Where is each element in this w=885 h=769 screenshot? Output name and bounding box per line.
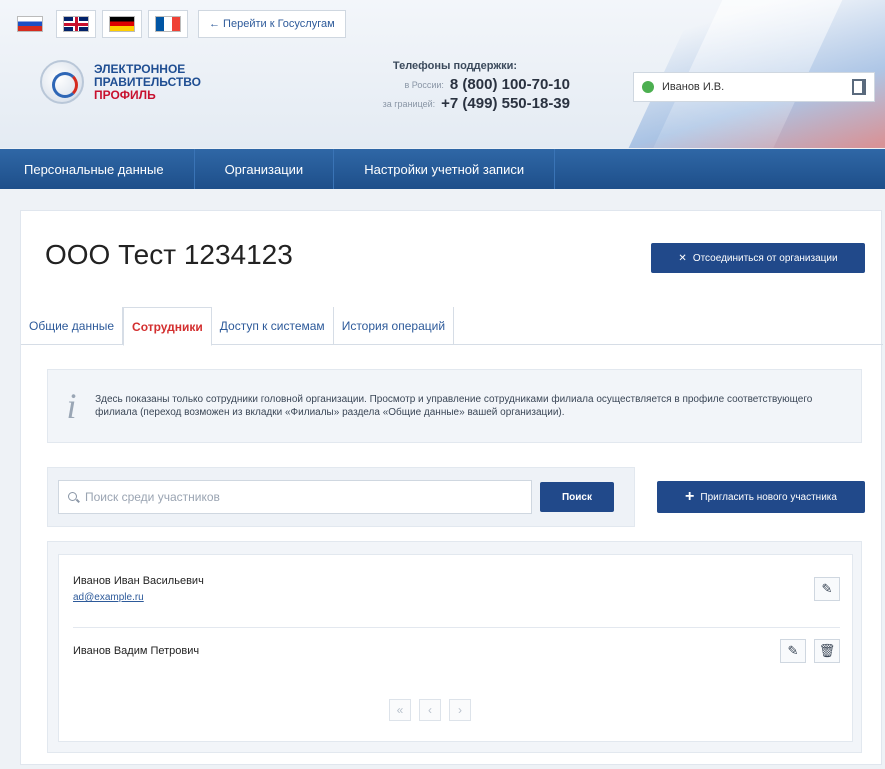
lang-de[interactable] xyxy=(102,10,142,38)
employee-info: Иванов Иван Васильевич ad@example.ru xyxy=(73,575,204,603)
online-status-icon xyxy=(642,81,654,93)
employees-list: Иванов Иван Васильевич ad@example.ru ✎ И… xyxy=(47,541,862,753)
flag-ru-icon xyxy=(17,16,43,32)
list-item: Иванов Вадим Петрович ✎ 🗑 xyxy=(73,639,840,663)
employees-list-inner: Иванов Иван Васильевич ad@example.ru ✎ И… xyxy=(58,554,853,742)
pencil-icon: ✎ xyxy=(821,581,833,596)
page-title: ООО Тест 1234123 xyxy=(45,239,293,270)
flag-uk-icon xyxy=(63,16,89,32)
tab-system-access[interactable]: Доступ к системам xyxy=(212,307,334,345)
info-text: Здесь показаны только сотрудники головно… xyxy=(95,394,813,418)
lang-ru[interactable] xyxy=(10,10,50,38)
goto-gosuslugi-link[interactable]: ← Перейти к Госуслугам xyxy=(198,10,346,38)
site-header: ← Перейти к Госуслугам ЭЛЕКТРОННОЕ ПРАВИ… xyxy=(0,0,885,148)
info-notice: i Здесь показаны только сотрудники голов… xyxy=(47,369,862,443)
plus-icon: + xyxy=(685,488,695,505)
language-switcher: ← Перейти к Госуслугам xyxy=(10,10,346,38)
leave-organization-label: Отсоединиться от организации xyxy=(692,252,838,264)
delete-button[interactable]: 🗑 xyxy=(814,639,840,663)
tab-general[interactable]: Общие данные xyxy=(21,307,124,345)
emblem-icon xyxy=(40,60,84,104)
tab-operations-history[interactable]: История операций xyxy=(334,307,455,345)
pagination: « ‹ › xyxy=(389,699,471,721)
invite-member-button[interactable]: + Пригласить нового участника xyxy=(657,481,865,513)
search-bar: Поиск xyxy=(47,467,635,527)
invite-member-label: Пригласить нового участника xyxy=(700,491,837,503)
edit-button[interactable]: ✎ xyxy=(814,577,840,601)
site-logo[interactable]: ЭЛЕКТРОННОЕ ПРАВИТЕЛЬСТВО ПРОФИЛЬ xyxy=(40,60,201,104)
employee-info: Иванов Вадим Петрович xyxy=(73,645,199,657)
lang-fr[interactable] xyxy=(148,10,188,38)
logo-line-1: ЭЛЕКТРОННОЕ xyxy=(94,61,186,76)
pagination-first-button[interactable]: « xyxy=(389,699,411,721)
trash-icon: 🗑 xyxy=(818,643,836,658)
info-icon: i xyxy=(66,386,77,426)
support-phone-label: в России: xyxy=(404,79,444,90)
edit-button[interactable]: ✎ xyxy=(780,639,806,663)
logo-text: ЭЛЕКТРОННОЕ ПРАВИТЕЛЬСТВО ПРОФИЛЬ xyxy=(94,61,202,102)
pagination-prev-button[interactable]: ‹ xyxy=(419,699,441,721)
logo-line-2: ПРАВИТЕЛЬСТВО xyxy=(94,74,202,89)
flag-fr-icon xyxy=(155,16,181,32)
employee-name: Иванов Иван Васильевич xyxy=(73,575,204,587)
support-title: Телефоны поддержки: xyxy=(392,60,518,72)
nav-item-account-settings[interactable]: Настройки учетной записи xyxy=(334,149,556,189)
search-icon xyxy=(68,492,77,501)
search-button[interactable]: Поиск xyxy=(540,482,614,512)
nav-item-personal-data[interactable]: Персональные данные xyxy=(0,149,195,189)
leave-organization-button[interactable]: ✕ Отсоединиться от организации xyxy=(651,243,865,273)
user-name: Иванов И.В. xyxy=(662,81,725,93)
row-actions: ✎ xyxy=(814,577,840,601)
pencil-icon: ✎ xyxy=(787,643,799,658)
nav-item-organizations[interactable]: Организации xyxy=(195,149,335,189)
logo-line-3: ПРОФИЛЬ xyxy=(94,87,156,102)
tab-employees[interactable]: Сотрудники xyxy=(123,307,212,346)
lang-en[interactable] xyxy=(56,10,96,38)
org-tabs: Общие данные Сотрудники Доступ к система… xyxy=(21,307,883,346)
row-actions: ✎ 🗑 xyxy=(780,639,840,663)
support-phones: Телефоны поддержки: в России: 8 (800) 10… xyxy=(340,60,570,114)
support-phone-number: +7 (499) 550-18-39 xyxy=(441,95,570,112)
employee-email[interactable]: ad@example.ru xyxy=(73,592,204,603)
row-divider xyxy=(73,627,840,628)
flag-de-icon xyxy=(109,16,135,32)
user-box[interactable]: Иванов И.В. xyxy=(633,72,875,102)
pagination-next-button[interactable]: › xyxy=(449,699,471,721)
content-panel: ООО Тест 1234123 ✕ Отсоединиться от орга… xyxy=(20,210,883,765)
support-phone-label: за границей: xyxy=(382,98,436,109)
logout-icon[interactable] xyxy=(852,79,866,95)
support-phone-abroad: за границей: +7 (499) 550-18-39 xyxy=(340,95,570,112)
employee-name: Иванов Вадим Петрович xyxy=(73,645,200,657)
support-phone-number: 8 (800) 100-70-10 xyxy=(449,76,570,93)
list-item: Иванов Иван Васильевич ad@example.ru ✎ xyxy=(73,575,840,603)
search-input[interactable] xyxy=(58,480,532,514)
main-nav: Персональные данные Организации Настройк… xyxy=(0,149,885,189)
close-icon: ✕ xyxy=(678,252,687,264)
support-phone-russia: в России: 8 (800) 100-70-10 xyxy=(340,76,570,93)
